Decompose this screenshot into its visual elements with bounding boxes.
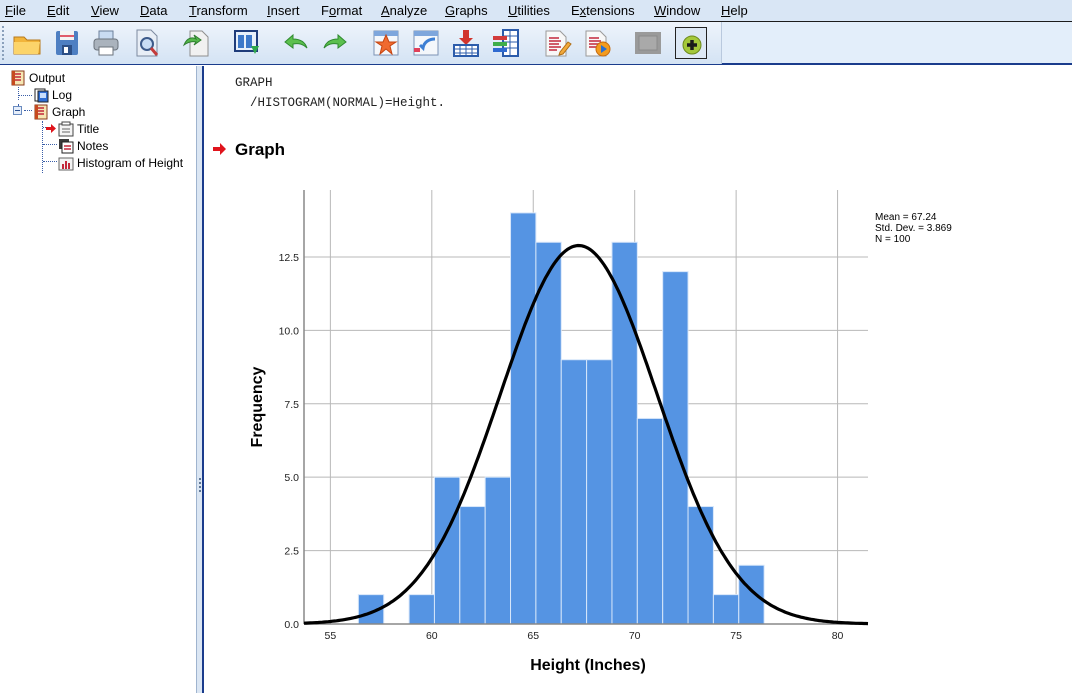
histogram-bar[interactable] <box>535 241 562 625</box>
stats-annotation: Mean = 67.24 <box>875 212 937 223</box>
histogram-bar[interactable] <box>510 212 537 625</box>
x-axis-title: Height (Inches) <box>530 657 646 674</box>
x-tick-label: 80 <box>832 630 844 642</box>
y-tick-label: 2.5 <box>284 546 299 558</box>
histogram-bar[interactable] <box>586 359 613 625</box>
y-tick-label: 12.5 <box>279 252 300 264</box>
stats-annotation: N = 100 <box>875 234 911 245</box>
x-tick-label: 55 <box>325 630 337 642</box>
y-axis-title: Frequency <box>249 366 266 447</box>
y-tick-label: 5.0 <box>284 472 299 484</box>
histogram-bar[interactable] <box>459 506 486 625</box>
histogram-bar[interactable] <box>636 417 664 625</box>
x-tick-label: 65 <box>527 630 539 642</box>
histogram-bar[interactable] <box>484 476 512 625</box>
x-tick-label: 75 <box>730 630 742 642</box>
x-tick-label: 70 <box>629 630 641 642</box>
histogram-chart[interactable]: 55 60 65 70 75 80 0.0 2.5 5.0 7.5 10.0 12.5 Height (… <box>0 0 1072 693</box>
histogram-bar[interactable] <box>738 564 765 625</box>
histogram-bar[interactable] <box>408 594 435 625</box>
histogram-bar[interactable] <box>560 359 588 625</box>
y-tick-label: 0.0 <box>284 619 299 631</box>
histogram-bar[interactable] <box>712 594 740 625</box>
histogram-bar[interactable] <box>611 241 638 625</box>
histogram-bar[interactable] <box>687 506 714 625</box>
y-tick-label: 10.0 <box>279 325 300 337</box>
y-tick-label: 7.5 <box>284 399 299 411</box>
x-tick-label: 60 <box>426 630 438 642</box>
stats-annotation: Std. Dev. = 3.869 <box>875 223 952 234</box>
